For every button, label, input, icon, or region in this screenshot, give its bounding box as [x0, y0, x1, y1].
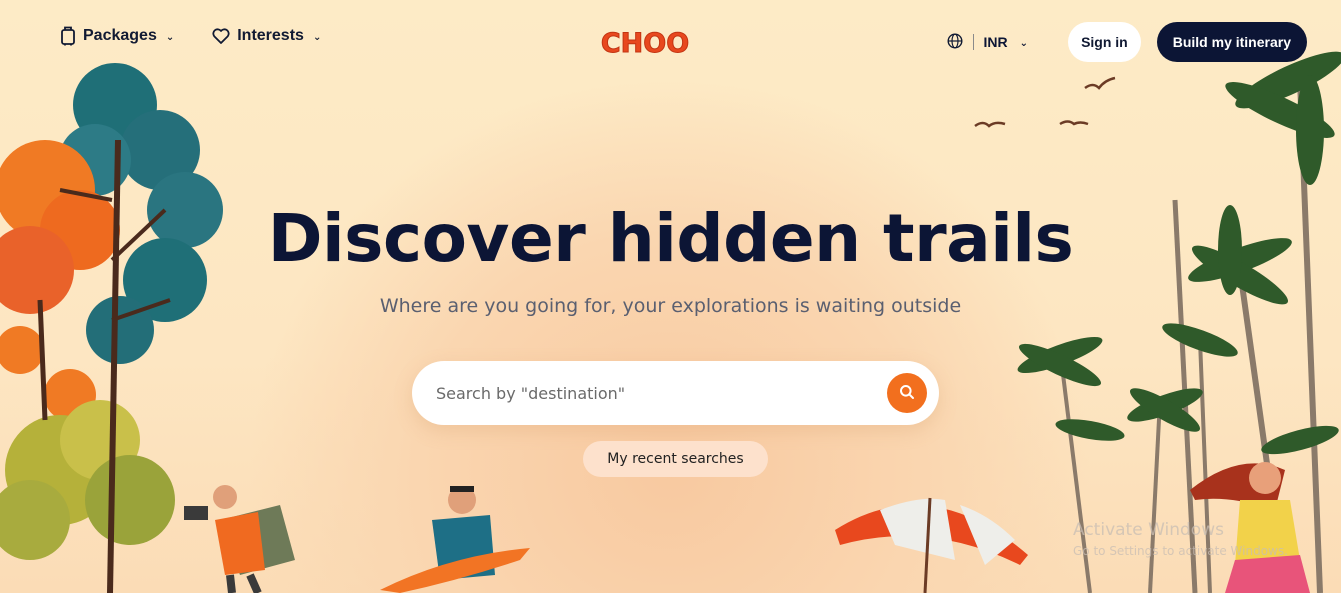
beach-umbrella: [835, 497, 1028, 593]
heart-icon: [212, 28, 230, 44]
nav-packages[interactable]: Packages ⌄: [60, 26, 174, 46]
logo-text: CHOO: [601, 28, 689, 59]
search-icon: [899, 384, 915, 403]
palm-trees: [1017, 51, 1341, 593]
hero-subtitle: Where are you going for, your exploratio…: [379, 295, 962, 317]
surfer-figure: [380, 486, 530, 593]
chevron-down-icon: ⌄: [312, 31, 322, 43]
divider: [972, 34, 974, 50]
chevron-down-icon: ⌄: [1019, 37, 1029, 49]
watermark-line2: Go to Settings to activate Windows.: [1073, 544, 1288, 558]
nav-interests-label: Interests: [237, 27, 304, 44]
build-itinerary-button[interactable]: Build my itinerary: [1156, 22, 1307, 62]
search-input[interactable]: [436, 383, 887, 403]
globe-icon: [947, 32, 963, 52]
luggage-icon: [60, 26, 76, 46]
photographer-figure: [184, 485, 295, 593]
chevron-down-icon: ⌄: [165, 31, 175, 43]
hero-title: Discover hidden trails: [267, 200, 1074, 277]
nav-packages-label: Packages: [83, 27, 157, 44]
windows-activation-watermark: Activate Windows Go to Settings to activ…: [1073, 520, 1288, 558]
search-bar: [412, 361, 939, 425]
primary-nav: Packages ⌄ Interests ⌄: [60, 26, 321, 46]
recent-searches-button[interactable]: My recent searches: [583, 441, 768, 477]
sign-in-button[interactable]: Sign in: [1068, 22, 1141, 62]
header-actions: INR ⌄ Sign in Build my itinerary: [947, 22, 1307, 62]
watermark-line1: Activate Windows: [1073, 520, 1224, 540]
search-button[interactable]: [887, 373, 927, 413]
birds: [974, 76, 1116, 128]
nav-interests[interactable]: Interests ⌄: [212, 26, 321, 46]
currency-label: INR: [983, 34, 1008, 50]
choo-logo[interactable]: CHOO: [596, 24, 694, 60]
language-currency-selector[interactable]: INR ⌄: [947, 32, 1029, 52]
